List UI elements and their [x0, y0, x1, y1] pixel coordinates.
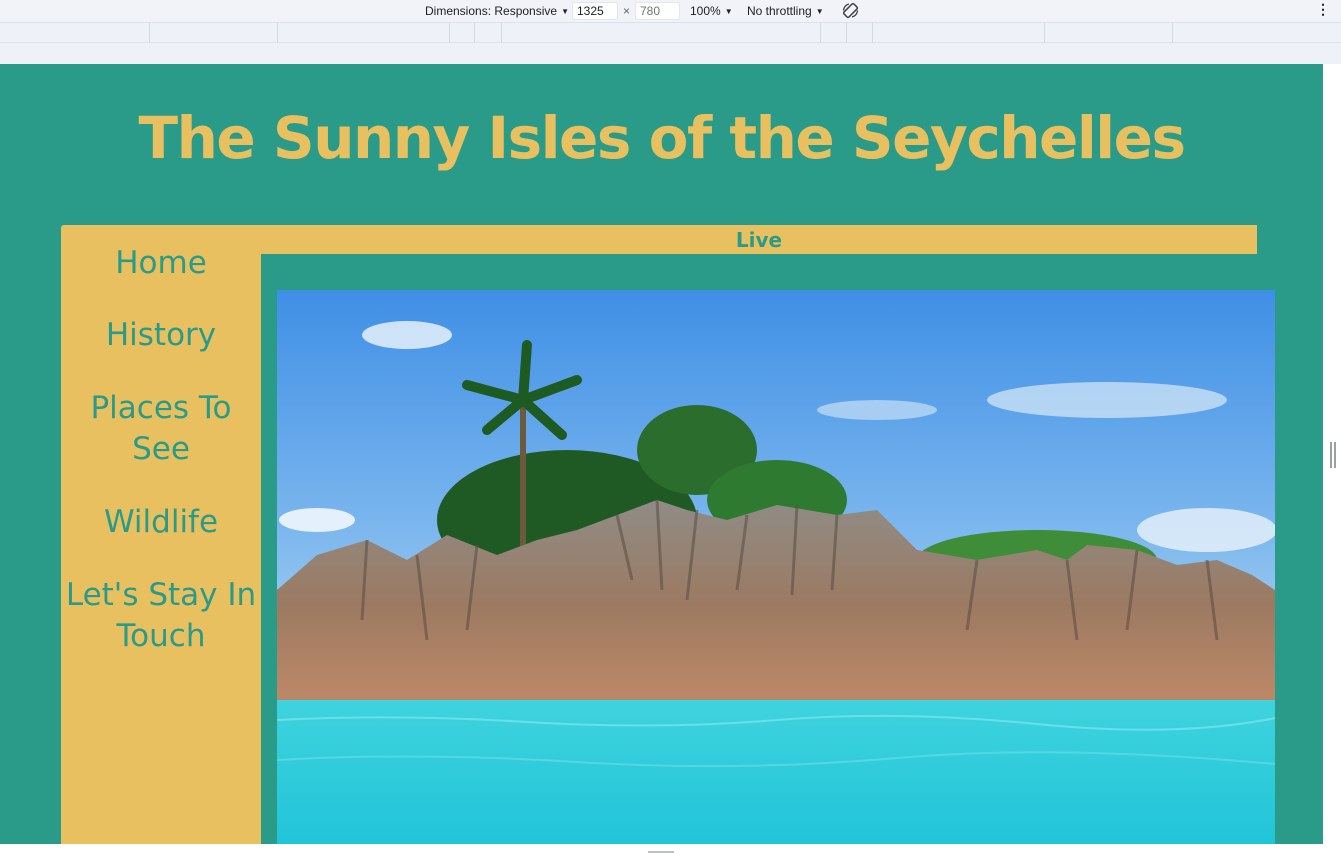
media-query-ruler	[0, 23, 1341, 43]
viewport-width-input[interactable]	[572, 2, 618, 20]
viewport-height-input[interactable]	[635, 2, 680, 20]
throttling-dropdown[interactable]: No throttling ▼	[747, 4, 824, 19]
ruler-tick	[501, 23, 502, 43]
zoom-label: 100%	[690, 4, 721, 18]
viewport-top-gap	[0, 43, 1341, 64]
dimensions-label: Dimensions: Responsive	[425, 4, 558, 18]
ruler-tick	[449, 23, 450, 43]
zoom-dropdown[interactable]: 100% ▼	[690, 4, 733, 19]
more-options-icon[interactable]: ⋮	[1316, 2, 1330, 17]
resize-handle-bottom[interactable]	[648, 851, 674, 853]
hero-image	[277, 290, 1275, 844]
ruler-tick	[846, 23, 847, 43]
nav-link-history[interactable]: History	[61, 315, 261, 356]
chevron-down-icon: ▼	[561, 7, 569, 16]
ruler-tick	[1044, 23, 1045, 43]
ruler-tick	[1172, 23, 1173, 43]
dimension-separator: ×	[623, 4, 631, 18]
chevron-down-icon: ▼	[724, 7, 733, 16]
ruler-tick	[820, 23, 821, 43]
resize-handle-right[interactable]	[1330, 442, 1336, 468]
nav-link-wildlife[interactable]: Wildlife	[61, 502, 261, 543]
ruler-tick	[277, 23, 278, 43]
rotate-icon[interactable]	[841, 1, 860, 20]
live-banner: Live	[261, 225, 1257, 254]
dimensions-dropdown[interactable]: Dimensions: Responsive ▼	[425, 4, 569, 19]
nav-link-places-to-see[interactable]: Places To See	[61, 388, 261, 470]
site-title: The Sunny Isles of the Seychelles	[138, 104, 1186, 172]
ruler-tick	[474, 23, 475, 43]
sidebar-nav: Home History Places To See Wildlife Let'…	[61, 225, 261, 844]
nav-link-home[interactable]: Home	[61, 243, 261, 284]
viewport-bottom-edge	[0, 844, 1341, 855]
throttling-label: No throttling	[747, 4, 812, 18]
ruler-tick	[149, 23, 150, 43]
ruler-tick	[872, 23, 873, 43]
chevron-down-icon: ▼	[815, 7, 824, 16]
devtools-device-toolbar: Dimensions: Responsive▼ × 100%▼ No throt…	[0, 0, 1341, 23]
nav-link-lets-stay-in-touch[interactable]: Let's Stay In Touch	[61, 575, 261, 657]
page-viewport: The Sunny Isles of the Seychelles Home H…	[0, 64, 1323, 844]
